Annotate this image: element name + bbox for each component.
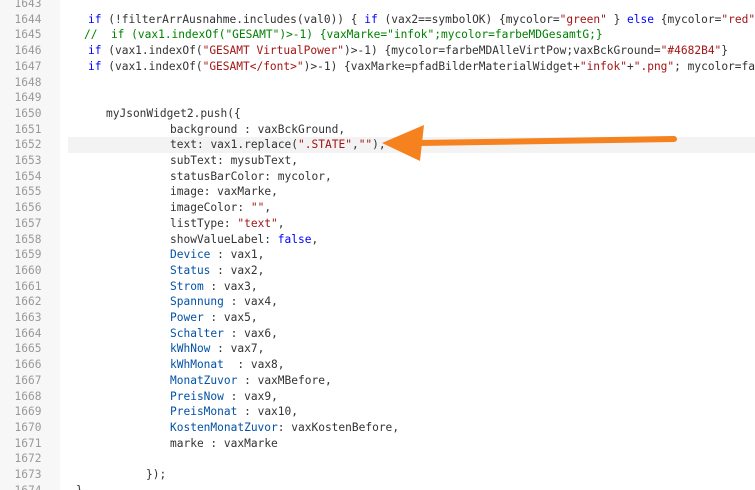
code-text: Spannung : vax4, (170, 295, 278, 309)
code-line[interactable]: 1670 KostenMonatZuvor: vaxKostenBefore, (0, 420, 755, 436)
code-text: PreisMonat : vax10, (170, 405, 299, 419)
line-number: 1662 (14, 295, 42, 309)
code-text: marke : vaxMarke (170, 436, 278, 450)
code-text: imageColor: "", (170, 201, 272, 215)
line-number: 1650 (14, 106, 42, 120)
code-line[interactable]: 1656 imageColor: "", (0, 200, 755, 216)
code-line[interactable]: 1669 PreisMonat : vax10, (0, 404, 755, 420)
line-number: 1672 (14, 452, 42, 466)
code-text: } (76, 483, 83, 490)
line-number: 1653 (14, 154, 42, 167)
code-line[interactable]: 1672 (0, 451, 755, 467)
line-number: 1655 (14, 185, 42, 199)
line-number: 1667 (14, 373, 42, 387)
code-text: myJsonWidget2.push({ (106, 106, 241, 120)
line-number: 1649 (14, 91, 42, 105)
code-text: statusBarColor: mycolor, (170, 169, 332, 183)
code-text: image: vaxMarke, (170, 185, 278, 199)
line-number: 1659 (14, 248, 42, 262)
code-text: showValueLabel: false, (170, 232, 319, 246)
line-number: 1674 (0, 483, 56, 490)
code-text: if (!filterArrAusnahme.includes(val0)) {… (88, 12, 755, 26)
code-line[interactable]: 1664 Schalter : vax6, (0, 326, 755, 342)
code-line[interactable]: 1659 Device : vax1, (0, 247, 755, 263)
line-number: 1651 (14, 122, 42, 136)
line-number: 1665 (14, 342, 42, 356)
code-line[interactable]: 1665 kWhNow : vax7, (0, 341, 755, 357)
code-text: PreisNow : vax9, (170, 389, 278, 403)
code-line[interactable]: 1661 Strom : vax3, (0, 279, 755, 295)
code-line[interactable]: 1646 if (vax1.indexOf("GESAMT VirtualPowe… (0, 43, 755, 59)
code-line[interactable]: 1662 Spannung : vax4, (0, 294, 755, 310)
code-line[interactable]: 1671 marke : vaxMarke (0, 436, 755, 452)
code-text: Power : vax5, (170, 311, 258, 324)
line-number: 1670 (14, 420, 42, 434)
code-line[interactable]: 1650 myJsonWidget2.push({ (0, 106, 755, 122)
line-number: 1673 (14, 468, 42, 481)
line-number: 1646 (14, 44, 42, 58)
line-number: 1666 (14, 358, 42, 372)
code-line[interactable]: 1653 subText: mysubText, (0, 153, 755, 169)
line-number: 1671 (14, 436, 42, 450)
line-number: 1643 (14, 0, 42, 10)
code-editor[interactable]: 1643 1644 if (!filterArrAusnahme.includes(… (0, 0, 755, 490)
code-line[interactable]: 1644 if (!filterArrAusnahme.includes(val0… (0, 12, 755, 28)
line-number: 1661 (14, 279, 42, 293)
line-number: 1652 (14, 138, 42, 152)
code-line[interactable]: 1657 listType: "text", (0, 216, 755, 232)
code-text: Device : vax1, (170, 248, 265, 262)
line-number: 1648 (14, 75, 42, 89)
code-text: MonatZuvor : vaxMBefore, (170, 373, 332, 387)
code-line[interactable]: 1654 statusBarColor: mycolor, (0, 169, 755, 185)
code-text: if (vax1.indexOf("GESAMT</font>")>-1) {v… (88, 59, 755, 73)
code-line[interactable]: 1645 // if (vax1.indexOf("GESAMT")>-1) {v… (0, 27, 755, 43)
code-line[interactable]: 1652 text: vax1.replace(".STATE",""), (0, 137, 755, 153)
code-text: Schalter : vax6, (170, 326, 278, 340)
line-number: 1664 (14, 326, 42, 340)
code-text: // if (vax1.indexOf("GESAMT")>-1) {vaxMa… (84, 28, 603, 42)
code-text: Strom : vax3, (170, 279, 258, 293)
code-line[interactable]: 1666 kWhMonat : vax8, (0, 357, 755, 373)
code-line[interactable]: 1658 showValueLabel: false, (0, 232, 755, 248)
code-text: if (vax1.indexOf("GESAMT VirtualPower")>… (88, 44, 729, 58)
code-text: }); (146, 468, 167, 481)
code-line[interactable]: 1673}); (0, 467, 755, 483)
code-line[interactable]: 1663 Power : vax5, (0, 310, 755, 326)
code-text: kWhMonat : vax8, (170, 358, 285, 372)
code-line[interactable]: 1655 image: vaxMarke, (0, 184, 755, 200)
line-number: 1658 (14, 232, 42, 246)
code-text: kWhNow : vax7, (170, 342, 265, 356)
code-line[interactable]: 1660 Status : vax2, (0, 263, 755, 279)
line-number: 1657 (14, 216, 42, 230)
code-line[interactable]: 1674} (0, 483, 755, 490)
line-number: 1644 (14, 12, 42, 26)
line-number: 1645 (14, 28, 42, 42)
line-number: 1647 (14, 59, 42, 73)
code-line[interactable]: 1643 (0, 0, 755, 12)
code-line[interactable]: 1651 background : vaxBckGround, (0, 122, 755, 138)
code-line[interactable]: 1668 PreisNow : vax9, (0, 389, 755, 405)
line-number: 1663 (14, 311, 42, 324)
code-line[interactable]: 1647 if (vax1.indexOf("GESAMT</font>")>-1… (0, 59, 755, 75)
code-text: listType: "text", (170, 216, 285, 230)
code-text: text: vax1.replace(".STATE",""), (170, 138, 386, 152)
code-line[interactable]: 1648 (0, 75, 755, 91)
line-number: 1654 (14, 169, 42, 183)
line-number: 1660 (14, 263, 42, 277)
code-text: KostenMonatZuvor: vaxKostenBefore, (170, 420, 400, 434)
code-text: background : vaxBckGround, (170, 122, 346, 136)
line-number: 1656 (14, 201, 42, 215)
line-number: 1669 (14, 405, 42, 419)
code-line[interactable]: 1649 (0, 90, 755, 106)
code-text: Status : vax2, (170, 263, 265, 277)
line-number: 1668 (14, 389, 42, 403)
code-text: subText: mysubText, (170, 154, 299, 167)
code-line[interactable]: 1667 MonatZuvor : vaxMBefore, (0, 373, 755, 389)
